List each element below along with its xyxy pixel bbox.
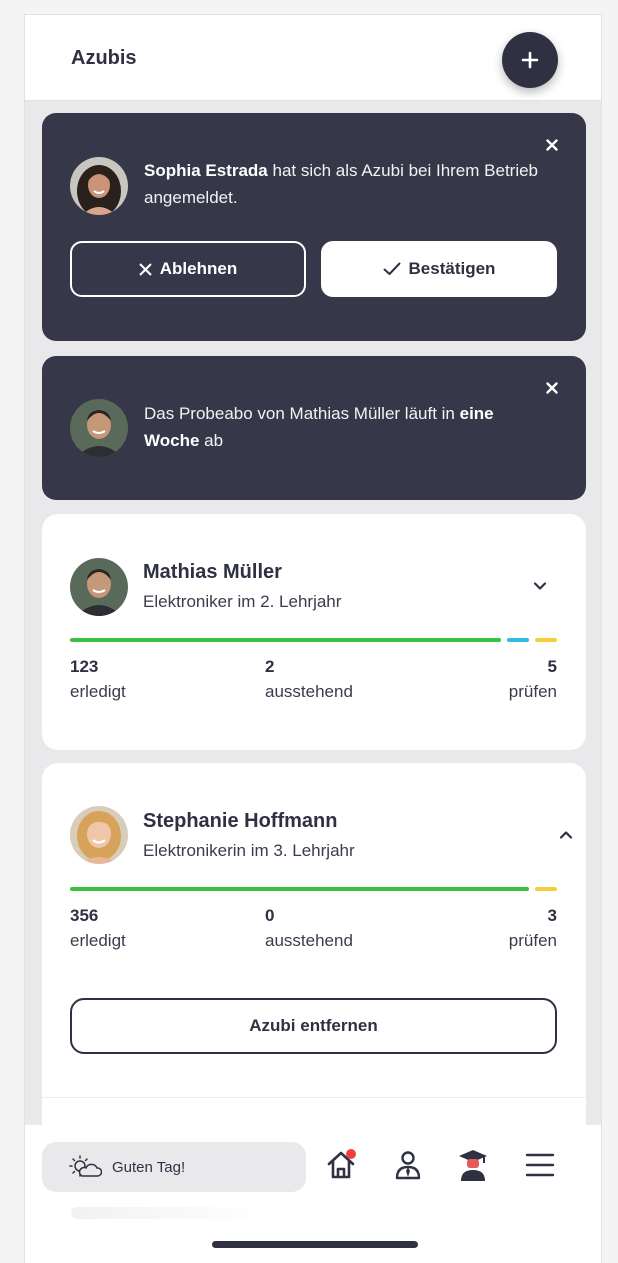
done-label: erledigt xyxy=(70,931,126,950)
plus-icon xyxy=(521,51,539,69)
done-count: 356 xyxy=(70,906,99,925)
avatar xyxy=(70,157,128,215)
trainee-name: Sophia Estrada xyxy=(144,161,268,180)
avatar xyxy=(70,558,128,616)
bottom-navigation: Guten Tag! xyxy=(25,1125,601,1263)
trainee-card[interactable]: Stephanie Hoffmann Elektronikerin im 3. … xyxy=(42,763,586,1103)
close-icon[interactable] xyxy=(544,137,560,153)
greeting-chip[interactable]: Guten Tag! xyxy=(42,1142,306,1192)
trainee-name: Mathias Müller xyxy=(143,561,282,583)
weather-icon xyxy=(69,1155,102,1177)
trainee-role: Elektronikerin im 3. Lehrjahr xyxy=(143,841,355,860)
done-count: 123 xyxy=(70,657,99,676)
pending-count: 0 xyxy=(265,906,275,925)
greeting-text: Guten Tag! xyxy=(112,1158,186,1176)
home-indicator xyxy=(212,1241,418,1248)
review-label: prüfen xyxy=(508,931,557,950)
review-count: 3 xyxy=(547,906,557,925)
chevron-up-icon[interactable] xyxy=(557,826,575,844)
progress-review xyxy=(535,887,557,891)
chevron-down-icon[interactable] xyxy=(531,577,549,595)
progress-done xyxy=(70,638,501,642)
notification-text: Das Probeabo von Mathias Müller läuft in… xyxy=(144,404,494,450)
registration-notification: Sophia Estrada hat sich als Azubi bei Ih… xyxy=(42,113,586,341)
add-trainee-button[interactable] xyxy=(502,32,558,88)
trainer-icon[interactable] xyxy=(390,1147,426,1183)
trainee-name: Stephanie Hoffmann xyxy=(143,810,338,832)
progress-pending xyxy=(507,638,529,642)
avatar xyxy=(70,399,128,457)
menu-icon[interactable] xyxy=(522,1147,558,1183)
progress-review xyxy=(535,638,557,642)
home-icon[interactable] xyxy=(323,1147,359,1183)
app-screen: Azubis Sophia Estrada hat sich als Azubi… xyxy=(24,14,602,1263)
trainee-role: Elektroniker im 2. Lehrjahr xyxy=(143,592,342,611)
pending-count: 2 xyxy=(265,657,275,676)
close-icon[interactable] xyxy=(544,380,560,396)
progress-done xyxy=(70,887,529,891)
review-label: prüfen xyxy=(508,682,557,701)
graduate-icon[interactable] xyxy=(455,1147,491,1183)
subscription-notification: Das Probeabo von Mathias Müller läuft in… xyxy=(42,356,586,500)
remove-trainee-button[interactable]: Azubi entfernen xyxy=(70,998,557,1054)
pending-label: ausstehend xyxy=(265,682,353,701)
trainee-card[interactable]: Mathias Müller Elektroniker im 2. Lehrja… xyxy=(42,514,586,750)
notification-text: Sophia Estrada hat sich als Azubi bei Ih… xyxy=(144,161,539,207)
reject-button[interactable]: Ablehnen xyxy=(70,241,306,297)
done-label: erledigt xyxy=(70,682,126,701)
scroll-fade xyxy=(71,1207,271,1219)
confirm-button[interactable]: Bestätigen xyxy=(321,241,557,297)
review-count: 5 xyxy=(547,657,557,676)
app-header: Azubis xyxy=(25,15,601,101)
page-title: Azubis xyxy=(71,47,137,69)
close-icon xyxy=(139,263,152,275)
pending-label: ausstehend xyxy=(265,931,353,950)
avatar xyxy=(70,806,128,864)
check-icon xyxy=(383,262,401,275)
